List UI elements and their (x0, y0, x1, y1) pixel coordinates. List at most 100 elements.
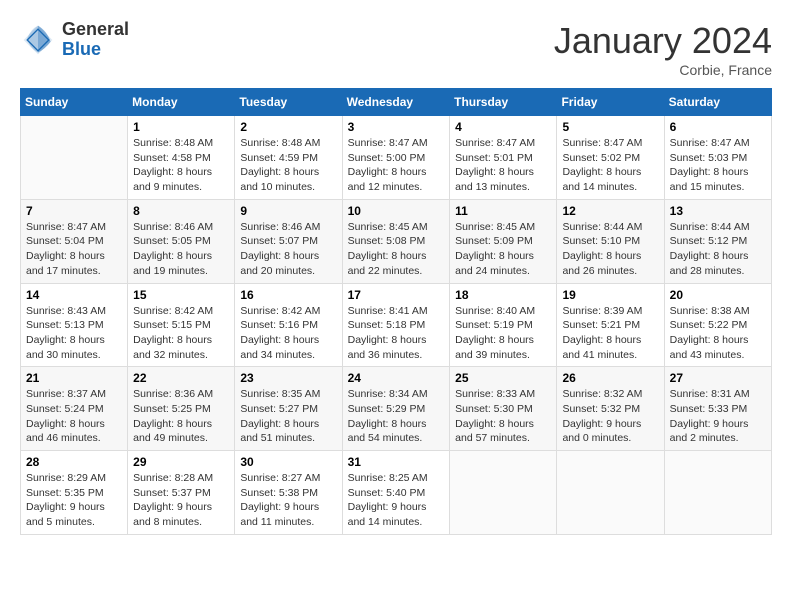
day-info: Sunrise: 8:47 AMSunset: 5:00 PMDaylight:… (348, 136, 445, 195)
column-header-monday: Monday (128, 89, 235, 116)
calendar-cell: 30 Sunrise: 8:27 AMSunset: 5:38 PMDayligh… (235, 451, 342, 535)
day-info: Sunrise: 8:45 AMSunset: 5:08 PMDaylight:… (348, 220, 445, 279)
day-info: Sunrise: 8:29 AMSunset: 5:35 PMDaylight:… (26, 471, 122, 530)
day-number: 20 (670, 288, 766, 302)
column-header-sunday: Sunday (21, 89, 128, 116)
calendar-cell (450, 451, 557, 535)
day-number: 10 (348, 204, 445, 218)
day-number: 4 (455, 120, 551, 134)
calendar-cell: 23 Sunrise: 8:35 AMSunset: 5:27 PMDayligh… (235, 367, 342, 451)
day-info: Sunrise: 8:47 AMSunset: 5:04 PMDaylight:… (26, 220, 122, 279)
calendar-cell: 22 Sunrise: 8:36 AMSunset: 5:25 PMDayligh… (128, 367, 235, 451)
calendar-cell: 5Sunrise: 8:47 AMSunset: 5:02 PMDaylight… (557, 116, 664, 200)
calendar-cell: 14 Sunrise: 8:43 AMSunset: 5:13 PMDayligh… (21, 283, 128, 367)
calendar-cell: 25 Sunrise: 8:33 AMSunset: 5:30 PMDayligh… (450, 367, 557, 451)
day-info: Sunrise: 8:36 AMSunset: 5:25 PMDaylight:… (133, 387, 229, 446)
day-number: 15 (133, 288, 229, 302)
calendar-cell: 1 Sunrise: 8:48 AMSunset: 4:58 PMDaylight… (128, 116, 235, 200)
page-header: General Blue January 2024 Corbie, France (20, 20, 772, 78)
day-info: Sunrise: 8:33 AMSunset: 5:30 PMDaylight:… (455, 387, 551, 446)
calendar-cell: 18Sunrise: 8:40 AMSunset: 5:19 PMDayligh… (450, 283, 557, 367)
logo-blue: Blue (62, 40, 129, 60)
day-number: 28 (26, 455, 122, 469)
day-info: Sunrise: 8:39 AMSunset: 5:21 PMDaylight:… (562, 304, 658, 363)
day-info: Sunrise: 8:41 AMSunset: 5:18 PMDaylight:… (348, 304, 445, 363)
day-info: Sunrise: 8:28 AMSunset: 5:37 PMDaylight:… (133, 471, 229, 530)
day-number: 25 (455, 371, 551, 385)
calendar-cell: 21Sunrise: 8:37 AMSunset: 5:24 PMDayligh… (21, 367, 128, 451)
day-info: Sunrise: 8:46 AMSunset: 5:07 PMDaylight:… (240, 220, 336, 279)
calendar-cell: 13 Sunrise: 8:44 AMSunset: 5:12 PMDayligh… (664, 199, 771, 283)
day-info: Sunrise: 8:45 AMSunset: 5:09 PMDaylight:… (455, 220, 551, 279)
day-number: 16 (240, 288, 336, 302)
week-row-2: 7Sunrise: 8:47 AMSunset: 5:04 PMDaylight… (21, 199, 772, 283)
week-row-4: 21Sunrise: 8:37 AMSunset: 5:24 PMDayligh… (21, 367, 772, 451)
day-info: Sunrise: 8:44 AMSunset: 5:12 PMDaylight:… (670, 220, 766, 279)
day-number: 14 (26, 288, 122, 302)
day-info: Sunrise: 8:48 AMSunset: 4:58 PMDaylight:… (133, 136, 229, 195)
calendar-cell: 11 Sunrise: 8:45 AMSunset: 5:09 PMDayligh… (450, 199, 557, 283)
calendar-cell: 9Sunrise: 8:46 AMSunset: 5:07 PMDaylight… (235, 199, 342, 283)
day-number: 11 (455, 204, 551, 218)
logo-text: General Blue (62, 20, 129, 60)
day-info: Sunrise: 8:27 AMSunset: 5:38 PMDaylight:… (240, 471, 336, 530)
column-header-friday: Friday (557, 89, 664, 116)
day-number: 23 (240, 371, 336, 385)
calendar-cell (21, 116, 128, 200)
logo-general: General (62, 20, 129, 40)
calendar-cell: 26Sunrise: 8:32 AMSunset: 5:32 PMDayligh… (557, 367, 664, 451)
calendar-cell (664, 451, 771, 535)
logo-icon (20, 22, 56, 58)
day-info: Sunrise: 8:34 AMSunset: 5:29 PMDaylight:… (348, 387, 445, 446)
day-number: 17 (348, 288, 445, 302)
day-info: Sunrise: 8:48 AMSunset: 4:59 PMDaylight:… (240, 136, 336, 195)
day-info: Sunrise: 8:35 AMSunset: 5:27 PMDaylight:… (240, 387, 336, 446)
day-info: Sunrise: 8:32 AMSunset: 5:32 PMDaylight:… (562, 387, 658, 446)
day-number: 27 (670, 371, 766, 385)
calendar-cell: 2 Sunrise: 8:48 AMSunset: 4:59 PMDaylight… (235, 116, 342, 200)
location: Corbie, France (554, 62, 772, 78)
calendar-cell: 3Sunrise: 8:47 AMSunset: 5:00 PMDaylight… (342, 116, 450, 200)
title-block: January 2024 Corbie, France (554, 20, 772, 78)
day-number: 13 (670, 204, 766, 218)
day-info: Sunrise: 8:25 AMSunset: 5:40 PMDaylight:… (348, 471, 445, 530)
day-info: Sunrise: 8:38 AMSunset: 5:22 PMDaylight:… (670, 304, 766, 363)
calendar-cell: 27Sunrise: 8:31 AMSunset: 5:33 PMDayligh… (664, 367, 771, 451)
calendar-cell: 19 Sunrise: 8:39 AMSunset: 5:21 PMDayligh… (557, 283, 664, 367)
day-info: Sunrise: 8:47 AMSunset: 5:01 PMDaylight:… (455, 136, 551, 195)
day-number: 8 (133, 204, 229, 218)
day-info: Sunrise: 8:40 AMSunset: 5:19 PMDaylight:… (455, 304, 551, 363)
day-info: Sunrise: 8:37 AMSunset: 5:24 PMDaylight:… (26, 387, 122, 446)
week-row-5: 28 Sunrise: 8:29 AMSunset: 5:35 PMDayligh… (21, 451, 772, 535)
day-number: 22 (133, 371, 229, 385)
calendar-cell: 17 Sunrise: 8:41 AMSunset: 5:18 PMDayligh… (342, 283, 450, 367)
day-info: Sunrise: 8:42 AMSunset: 5:15 PMDaylight:… (133, 304, 229, 363)
calendar-cell: 28 Sunrise: 8:29 AMSunset: 5:35 PMDayligh… (21, 451, 128, 535)
calendar-cell: 4 Sunrise: 8:47 AMSunset: 5:01 PMDaylight… (450, 116, 557, 200)
day-number: 30 (240, 455, 336, 469)
column-header-thursday: Thursday (450, 89, 557, 116)
day-info: Sunrise: 8:47 AMSunset: 5:02 PMDaylight:… (562, 136, 658, 195)
calendar-cell: 6Sunrise: 8:47 AMSunset: 5:03 PMDaylight… (664, 116, 771, 200)
week-row-1: 1 Sunrise: 8:48 AMSunset: 4:58 PMDaylight… (21, 116, 772, 200)
calendar-cell: 20 Sunrise: 8:38 AMSunset: 5:22 PMDayligh… (664, 283, 771, 367)
day-info: Sunrise: 8:43 AMSunset: 5:13 PMDaylight:… (26, 304, 122, 363)
day-info: Sunrise: 8:42 AMSunset: 5:16 PMDaylight:… (240, 304, 336, 363)
day-number: 31 (348, 455, 445, 469)
day-number: 12 (562, 204, 658, 218)
day-number: 19 (562, 288, 658, 302)
week-row-3: 14 Sunrise: 8:43 AMSunset: 5:13 PMDayligh… (21, 283, 772, 367)
calendar-cell: 12Sunrise: 8:44 AMSunset: 5:10 PMDayligh… (557, 199, 664, 283)
calendar-cell: 15 Sunrise: 8:42 AMSunset: 5:15 PMDayligh… (128, 283, 235, 367)
day-number: 1 (133, 120, 229, 134)
calendar-header: SundayMondayTuesdayWednesdayThursdayFrid… (21, 89, 772, 116)
header-row: SundayMondayTuesdayWednesdayThursdayFrid… (21, 89, 772, 116)
column-header-tuesday: Tuesday (235, 89, 342, 116)
day-number: 29 (133, 455, 229, 469)
calendar-cell: 31 Sunrise: 8:25 AMSunset: 5:40 PMDayligh… (342, 451, 450, 535)
day-number: 2 (240, 120, 336, 134)
calendar-cell (557, 451, 664, 535)
calendar-body: 1 Sunrise: 8:48 AMSunset: 4:58 PMDaylight… (21, 116, 772, 535)
calendar-table: SundayMondayTuesdayWednesdayThursdayFrid… (20, 88, 772, 535)
month-title: January 2024 (554, 20, 772, 62)
